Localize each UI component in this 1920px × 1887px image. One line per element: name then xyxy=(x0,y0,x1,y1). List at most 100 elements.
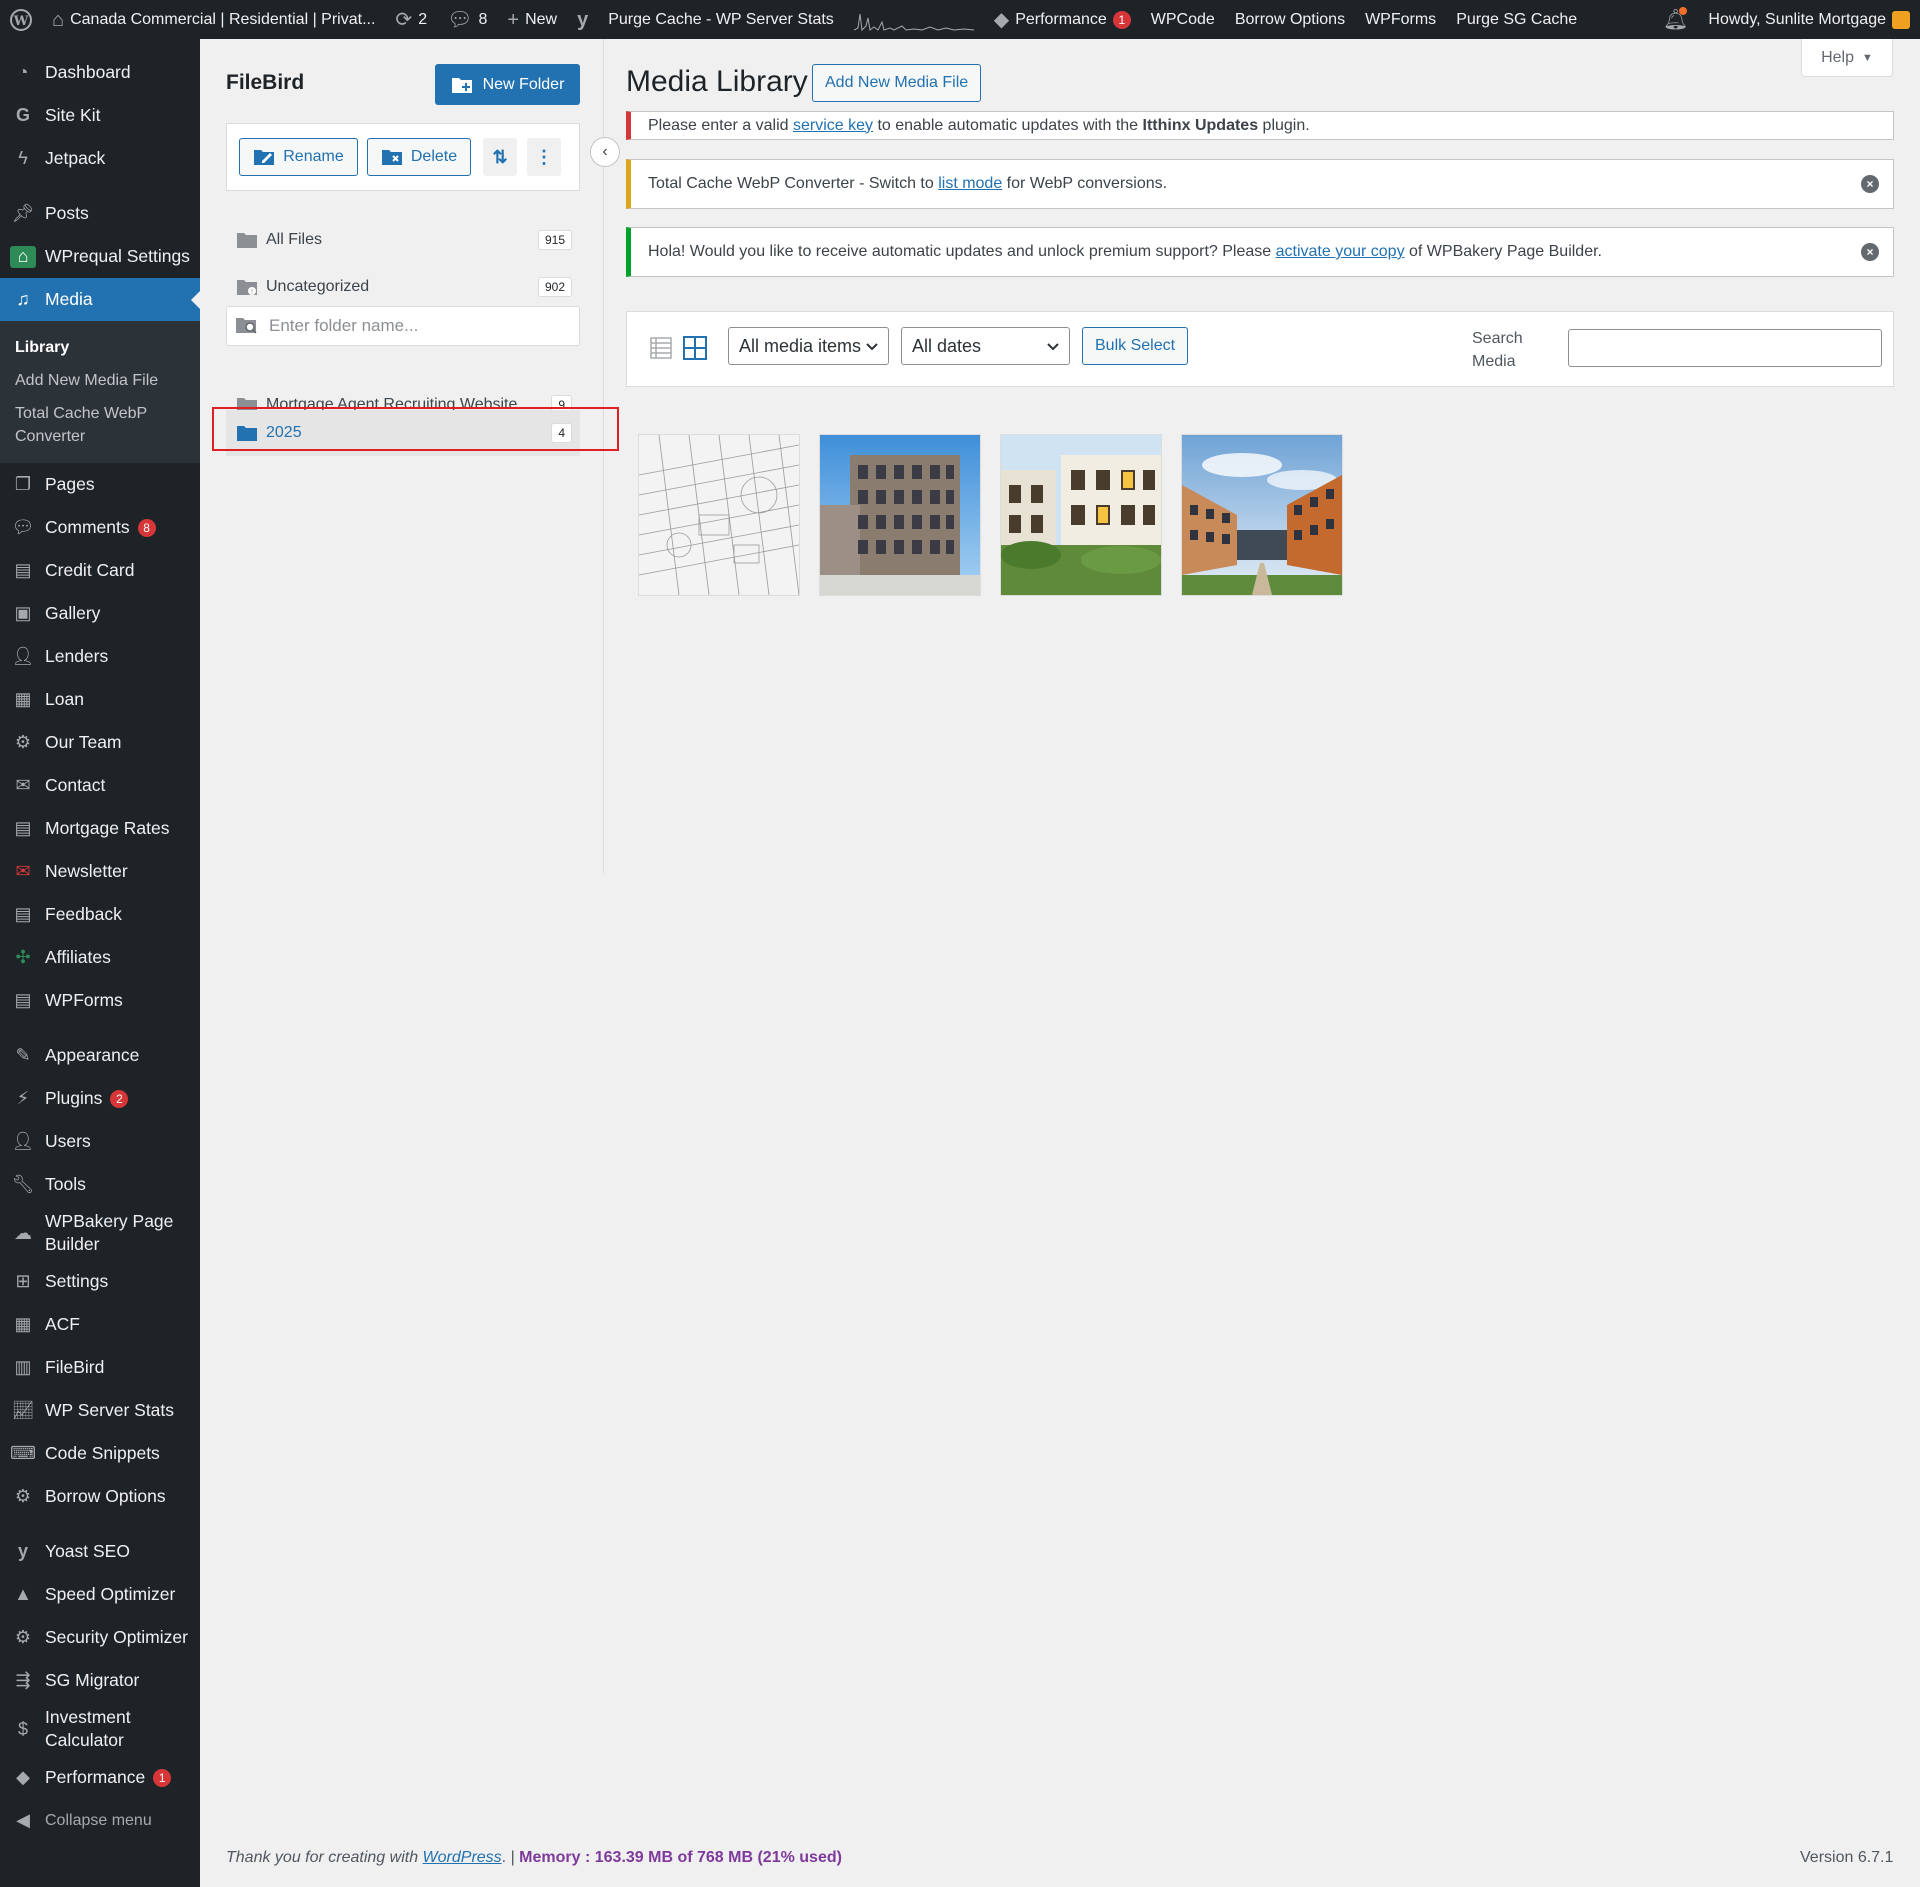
sort-button[interactable]: ⇅ xyxy=(483,138,517,176)
menu-item-lenders[interactable]: 👤︎ Lenders xyxy=(0,635,200,678)
collapse-menu-button[interactable]: ◀ Collapse menu xyxy=(0,1799,200,1842)
service-key-link[interactable]: service key xyxy=(793,117,873,134)
wprequal-icon: ⌂ xyxy=(10,245,36,268)
menu-item-appearance[interactable]: ✎ Appearance xyxy=(0,1034,200,1077)
menu-item-our-team[interactable]: ⚙ Our Team xyxy=(0,721,200,764)
attachment-thumbnail[interactable] xyxy=(1181,434,1343,596)
add-new-media-button[interactable]: Add New Media File xyxy=(812,64,982,102)
dismiss-notice-button[interactable]: × xyxy=(1861,243,1879,261)
kebab-menu-icon: ⋮ xyxy=(535,146,553,167)
folder-uncategorized[interactable]: ! Uncategorized 902 xyxy=(226,267,580,307)
folder-search-input[interactable] xyxy=(269,316,569,336)
submenu-item-add-new-media-file[interactable]: Add New Media File xyxy=(0,364,200,397)
server-stats-graph[interactable] xyxy=(844,0,984,39)
list-view-button[interactable] xyxy=(647,334,675,362)
wpcode-menu[interactable]: WPCode xyxy=(1141,0,1225,39)
folder-all-files[interactable]: All Files 915 xyxy=(226,220,580,260)
purge-sg-cache-menu[interactable]: Purge SG Cache xyxy=(1446,0,1587,39)
menu-item-performance[interactable]: ◆ Performance 1 xyxy=(0,1756,200,1799)
menu-item-tools[interactable]: 🔧︎ Tools xyxy=(0,1163,200,1206)
submenu-item-total-cache-webp[interactable]: Total Cache WebP Converter xyxy=(0,397,200,453)
comments-menu[interactable]: 💬︎ 8 xyxy=(437,0,497,39)
menu-item-wpforms[interactable]: ▤ WPForms xyxy=(0,979,200,1022)
menu-item-loan[interactable]: ▦ Loan xyxy=(0,678,200,721)
wp-logo-menu[interactable]: W xyxy=(0,0,42,39)
menu-item-dashboard[interactable]: ◔ Dashboard xyxy=(0,51,200,94)
bulk-select-button[interactable]: Bulk Select xyxy=(1082,327,1189,365)
dismiss-notice-button[interactable]: × xyxy=(1861,175,1879,193)
menu-item-plugins[interactable]: ⚡︎ Plugins 2 xyxy=(0,1077,200,1120)
menu-label: Affiliates xyxy=(45,947,111,967)
grid-view-button[interactable] xyxy=(681,334,709,362)
menu-item-security-optimizer[interactable]: ⚙ Security Optimizer xyxy=(0,1616,200,1659)
menu-item-posts[interactable]: 📌︎ Posts xyxy=(0,192,200,235)
menu-item-credit-card[interactable]: ▤ Credit Card xyxy=(0,549,200,592)
menu-item-affiliates[interactable]: ✣ Affiliates xyxy=(0,936,200,979)
media-type-filter[interactable]: All media items xyxy=(728,327,889,365)
borrow-options-menu[interactable]: Borrow Options xyxy=(1225,0,1355,39)
collapse-sidebar-button[interactable]: ‹ xyxy=(590,137,620,167)
acf-icon: ▦ xyxy=(14,1314,32,1334)
menu-item-investment-calculator[interactable]: $ Investment Calculator xyxy=(0,1702,200,1756)
menu-item-contact[interactable]: ✉ Contact xyxy=(0,764,200,807)
performance-menu[interactable]: ◆ Performance 1 xyxy=(984,0,1141,39)
more-options-button[interactable]: ⋮ xyxy=(527,138,561,176)
menu-item-users[interactable]: 👤︎ Users xyxy=(0,1120,200,1163)
folder-home-icon xyxy=(237,233,257,248)
folder-2025[interactable]: 2025 4 xyxy=(226,410,580,456)
menu-item-yoast-seo[interactable]: y Yoast SEO xyxy=(0,1530,200,1573)
plugins-badge: 2 xyxy=(110,1089,129,1108)
new-content-menu[interactable]: + New xyxy=(497,0,567,39)
attachment-thumbnail[interactable] xyxy=(638,434,800,596)
delete-button[interactable]: Delete xyxy=(367,138,471,176)
purge-cache-label: Purge Cache - WP Server Stats xyxy=(608,10,834,28)
pin-icon: 📌︎ xyxy=(11,203,35,223)
mail-icon: ✉ xyxy=(15,775,31,795)
rename-button[interactable]: Rename xyxy=(239,138,358,176)
help-tab-button[interactable]: Help ▼ xyxy=(1801,39,1893,77)
menu-item-sg-migrator[interactable]: ⇶ SG Migrator xyxy=(0,1659,200,1702)
menu-item-pages[interactable]: ❐ Pages xyxy=(0,463,200,506)
new-folder-button[interactable]: New Folder xyxy=(435,64,580,105)
menu-item-jetpack[interactable]: ϟ Jetpack xyxy=(0,137,200,180)
menu-item-code-snippets[interactable]: ⌨ Code Snippets xyxy=(0,1432,200,1475)
menu-label: Code Snippets xyxy=(45,1443,160,1463)
menu-item-feedback[interactable]: ▤ Feedback xyxy=(0,893,200,936)
memory-usage: Memory : 163.39 MB of 768 MB (21% used) xyxy=(519,1849,842,1866)
wpbakery-icon: ☁ xyxy=(14,1222,32,1243)
menu-item-site-kit[interactable]: G Site Kit xyxy=(0,94,200,137)
folder-edit-icon xyxy=(254,150,275,165)
new-label: New xyxy=(525,10,558,28)
filebird-toolbar: Rename Delete ⇅ ⋮ xyxy=(226,123,580,191)
site-name-menu[interactable]: ⌂ Canada Commercial | Residential | Priv… xyxy=(42,0,385,39)
wordpress-link[interactable]: WordPress xyxy=(423,1849,502,1866)
notifications-menu[interactable]: 🔔︎ xyxy=(1653,0,1698,39)
media-search-input[interactable] xyxy=(1568,329,1882,367)
menu-item-wpbakery[interactable]: ☁ WPBakery Page Builder xyxy=(0,1206,200,1260)
submenu-item-library[interactable]: Library xyxy=(0,331,200,364)
menu-item-speed-optimizer[interactable]: ▲ Speed Optimizer xyxy=(0,1573,200,1616)
my-account-menu[interactable]: Howdy, Sunlite Mortgage xyxy=(1698,0,1920,39)
menu-item-wp-server-stats[interactable]: 📈︎ WP Server Stats xyxy=(0,1389,200,1432)
menu-item-acf[interactable]: ▦ ACF xyxy=(0,1303,200,1346)
menu-item-wprequal-settings[interactable]: ⌂ WPrequal Settings xyxy=(0,235,200,278)
menu-item-gallery[interactable]: ▣ Gallery xyxy=(0,592,200,635)
menu-item-borrow-options[interactable]: ⚙ Borrow Options xyxy=(0,1475,200,1518)
menu-item-settings[interactable]: ⊞ Settings xyxy=(0,1260,200,1303)
list-mode-link[interactable]: list mode xyxy=(938,175,1002,192)
menu-item-comments[interactable]: 💬︎ Comments 8 xyxy=(0,506,200,549)
menu-item-mortgage-rates[interactable]: ▤ Mortgage Rates xyxy=(0,807,200,850)
purge-cache-menu[interactable]: Purge Cache - WP Server Stats xyxy=(598,0,844,39)
updates-menu[interactable]: ⟳ 2 xyxy=(385,0,437,39)
menu-item-media[interactable]: ♫ Media xyxy=(0,278,200,321)
activate-copy-link[interactable]: activate your copy xyxy=(1276,243,1405,260)
attachment-thumbnail[interactable] xyxy=(1000,434,1162,596)
menu-item-newsletter[interactable]: ✉ Newsletter xyxy=(0,850,200,893)
attachment-thumbnail[interactable] xyxy=(819,434,981,596)
date-filter[interactable]: All dates xyxy=(901,327,1070,365)
yoast-menu[interactable]: y xyxy=(567,0,598,39)
wpforms-menu[interactable]: WPForms xyxy=(1355,0,1446,39)
menu-item-filebird[interactable]: ▥ FileBird xyxy=(0,1346,200,1389)
chevron-down-icon xyxy=(1047,343,1059,351)
creditcard-icon: ▤ xyxy=(14,560,32,580)
